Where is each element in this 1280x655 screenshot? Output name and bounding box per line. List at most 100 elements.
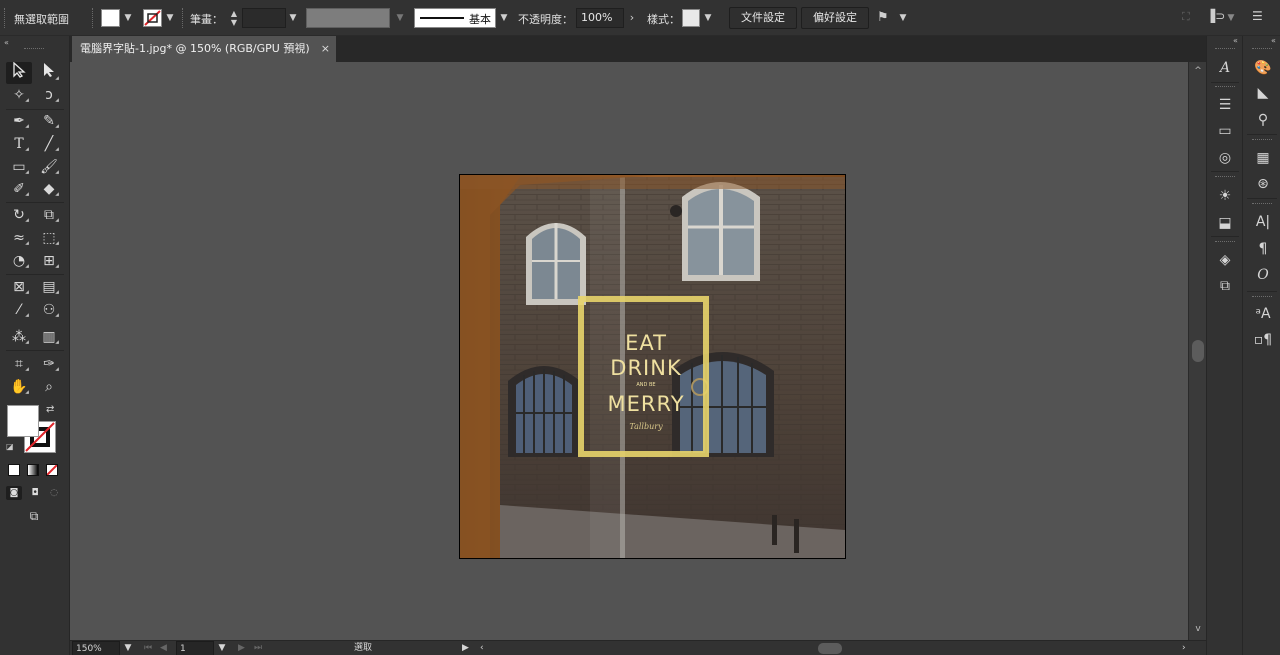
transform-panel-icon[interactable]: ▐⊃ [1206, 9, 1225, 25]
dock-grip[interactable] [1215, 48, 1235, 51]
collapse-toolbar-icon[interactable]: « [4, 38, 9, 47]
width-tool-icon[interactable]: ≈ [6, 227, 32, 249]
vertical-scroll-thumb[interactable] [1192, 340, 1204, 362]
stroke-color-swatch[interactable] [143, 9, 162, 27]
color-mode-icon[interactable] [8, 464, 20, 476]
paintbrush-tool-icon[interactable]: 🖌 [36, 156, 62, 178]
scroll-up-arrow-icon[interactable]: ^ [1189, 66, 1207, 76]
scroll-down-arrow-icon[interactable]: v [1189, 624, 1207, 634]
dock-grip[interactable] [1215, 176, 1235, 179]
mesh-tool-icon[interactable]: ⊠ [6, 276, 32, 298]
stroke-weight-input[interactable] [242, 8, 286, 28]
artboard-tool-icon[interactable]: ⌗ [6, 353, 32, 375]
draw-behind-icon[interactable]: ◘ [27, 486, 43, 500]
none-mode-icon[interactable] [46, 464, 58, 476]
dock-grip[interactable] [1252, 139, 1272, 142]
brushes-panel-icon[interactable]: ⚲ [1252, 110, 1274, 130]
last-artboard-icon[interactable]: ⏭ [254, 641, 264, 655]
scroll-left-arrow-icon[interactable]: ‹ [480, 641, 490, 655]
export-asset-panel-icon[interactable]: ⬓ [1214, 213, 1236, 233]
direct-selection-tool-icon[interactable] [36, 62, 62, 84]
perspective-grid-tool-icon[interactable]: ⊞ [36, 250, 62, 272]
dock-grip[interactable] [1215, 86, 1235, 89]
magic-wand-tool-icon[interactable]: ✧ [6, 84, 32, 106]
default-fill-stroke-icon[interactable]: ◪ [6, 442, 14, 451]
lasso-tool-icon[interactable]: ↄ [36, 84, 62, 106]
symbol-sprayer-tool-icon[interactable]: ⁂ [6, 326, 32, 348]
stroke-weight-dropdown-chevron-icon[interactable]: ▼ [286, 9, 300, 27]
type-tool-icon[interactable]: T [6, 133, 32, 155]
fill-swatch[interactable] [7, 405, 39, 437]
collapse-dock-icon[interactable]: « [1271, 36, 1276, 45]
eyedropper-tool-icon[interactable]: ⁄ [6, 299, 32, 321]
scale-tool-icon[interactable]: ⧉ [36, 204, 62, 226]
artboard-dropdown-chevron-icon[interactable]: ▼ [216, 641, 228, 655]
rectangle-tool-icon[interactable]: ▭ [6, 156, 32, 178]
stroke-panel-icon[interactable]: ☰ [1214, 95, 1236, 115]
document-tab[interactable]: 電腦界字貼-1.jpg* @ 150% (RGB/GPU 預視) × [72, 36, 336, 62]
draw-normal-icon[interactable]: ◙ [6, 486, 22, 500]
close-tab-icon[interactable]: × [321, 36, 330, 62]
layers-panel-icon[interactable]: ◈ [1214, 250, 1236, 270]
transparency-panel-icon[interactable]: ◎ [1214, 148, 1236, 168]
control-bar-grip[interactable] [4, 8, 7, 28]
artboards-panel-icon[interactable]: ⧉ [1214, 276, 1236, 296]
brush-dropdown-chevron-icon[interactable]: ▼ [497, 9, 511, 27]
brush-definition-field[interactable]: 基本 [414, 8, 496, 28]
selection-tool-icon[interactable] [6, 61, 32, 84]
graphic-style-chevron-icon[interactable]: ▼ [701, 9, 715, 27]
vertical-scrollbar[interactable]: ^ v [1188, 62, 1206, 640]
draw-inside-icon[interactable]: ◌ [46, 486, 62, 500]
gradient-mode-icon[interactable] [27, 464, 39, 476]
zoom-tool-icon[interactable]: ⌕ [36, 376, 62, 398]
color-guide-panel-icon[interactable]: ◣ [1252, 83, 1274, 103]
fill-dropdown-chevron-icon[interactable]: ▼ [121, 9, 135, 27]
pen-tool-icon[interactable]: ✒ [6, 110, 32, 132]
opentype-panel-icon[interactable]: O [1252, 265, 1274, 285]
gradient-tool-icon[interactable]: ▤ [36, 276, 62, 298]
change-screen-mode-icon[interactable]: ⧉ [23, 509, 45, 525]
hand-tool-icon[interactable]: ✋ [6, 376, 32, 398]
line-segment-tool-icon[interactable]: ╱ [36, 133, 62, 155]
symbols-panel-icon[interactable]: ⊛ [1252, 174, 1274, 194]
document-setup-button[interactable]: 文件設定 [729, 7, 797, 29]
swap-fill-stroke-icon[interactable]: ⇄ [46, 404, 54, 415]
stroke-dropdown-chevron-icon[interactable]: ▼ [163, 9, 177, 27]
scroll-right-arrow-icon[interactable]: › [1182, 641, 1192, 655]
slice-tool-icon[interactable]: ✑ [36, 353, 62, 375]
zoom-level-field[interactable]: 150% [72, 641, 120, 655]
toolbar-grip[interactable] [24, 48, 44, 51]
arrange-documents-icon[interactable]: ⛶ [1182, 10, 1196, 24]
fill-color-swatch[interactable] [101, 9, 120, 27]
graphic-style-swatch[interactable] [682, 9, 700, 27]
dock-grip[interactable] [1252, 203, 1272, 206]
shape-builder-tool-icon[interactable]: ◔ [6, 250, 32, 272]
horizontal-scroll-thumb[interactable] [818, 643, 842, 654]
control-bar-menu-icon[interactable]: ☰ [1252, 9, 1268, 25]
transform-chevron-icon[interactable]: ▼ [1224, 9, 1238, 27]
appearance-panel-icon[interactable]: ☀ [1214, 186, 1236, 206]
zoom-dropdown-chevron-icon[interactable]: ▼ [122, 641, 134, 655]
character-styles-panel-icon[interactable]: A [1214, 58, 1236, 78]
preferences-button[interactable]: 偏好設定 [801, 7, 869, 29]
align-dropdown-chevron-icon[interactable]: ▼ [896, 9, 910, 27]
paragraph-style-panel-icon[interactable]: ▫¶ [1252, 330, 1274, 350]
curvature-tool-icon[interactable]: ✎ [36, 110, 62, 132]
artboard-number-field[interactable]: 1 [176, 641, 214, 655]
free-transform-tool-icon[interactable]: ⬚ [36, 227, 62, 249]
eraser-tool-icon[interactable]: ◆ [36, 178, 62, 200]
align-to-icon[interactable]: ⚑ [877, 9, 895, 27]
dock-grip[interactable] [1215, 241, 1235, 244]
next-artboard-icon[interactable]: ▶ [238, 641, 248, 655]
gradient-panel-icon[interactable]: ▭ [1214, 121, 1236, 141]
blend-tool-icon[interactable]: ⚇ [36, 299, 62, 321]
opacity-input[interactable]: 100% [576, 8, 624, 28]
character-style-panel-icon[interactable]: ᵃA [1252, 304, 1274, 324]
dock-grip[interactable] [1252, 296, 1272, 299]
stroke-weight-stepper[interactable]: ▲ ▼ [228, 9, 240, 27]
opacity-expand-chevron-icon[interactable]: › [625, 9, 639, 27]
paragraph-panel-icon[interactable]: ¶ [1252, 239, 1274, 259]
variable-width-chevron-icon[interactable]: ▼ [393, 9, 407, 27]
shaper-tool-icon[interactable]: ✐ [6, 178, 32, 200]
canvas-area[interactable]: EAT DRINK AND BE MERRY Tallbury [70, 62, 1188, 640]
